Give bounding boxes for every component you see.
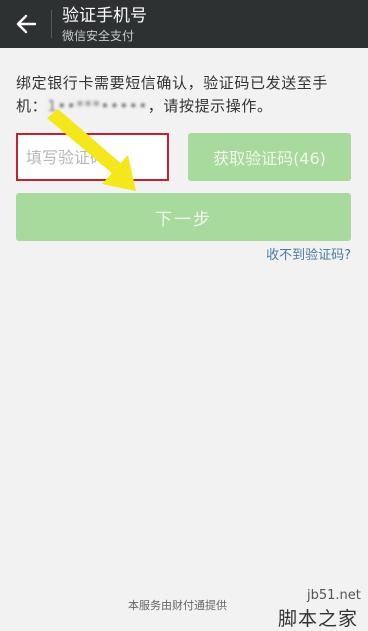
next-step-label: 下一步 — [155, 209, 212, 230]
footer-text: 本服务由财付通提供 — [128, 599, 227, 612]
page-subtitle: 微信安全支付 — [62, 29, 135, 43]
get-code-button[interactable]: 获取验证码(46) — [188, 133, 351, 181]
get-code-label: 获取验证码(46) — [213, 149, 326, 168]
no-code-link[interactable]: 收不到验证码? — [266, 244, 351, 263]
info-text-after: ，请按提示操作。 — [147, 97, 273, 115]
watermark-url: jb51.net — [307, 588, 361, 603]
watermark-text: 脚本之家 — [278, 608, 359, 630]
back-arrow-icon — [16, 14, 37, 34]
sms-info-message: 绑定银行卡需要短信确认，验证码已发送至手机：1••***•••••，请按提示操作… — [16, 72, 356, 118]
page-title: 验证手机号 — [62, 6, 147, 26]
next-step-button[interactable]: 下一步 — [16, 193, 351, 241]
verification-code-input[interactable] — [16, 133, 169, 181]
header-divider — [51, 10, 52, 38]
back-button[interactable] — [8, 6, 44, 42]
title-bar: 验证手机号 微信安全支付 — [0, 0, 368, 48]
masked-phone-number: 1••***••••• — [47, 97, 148, 115]
